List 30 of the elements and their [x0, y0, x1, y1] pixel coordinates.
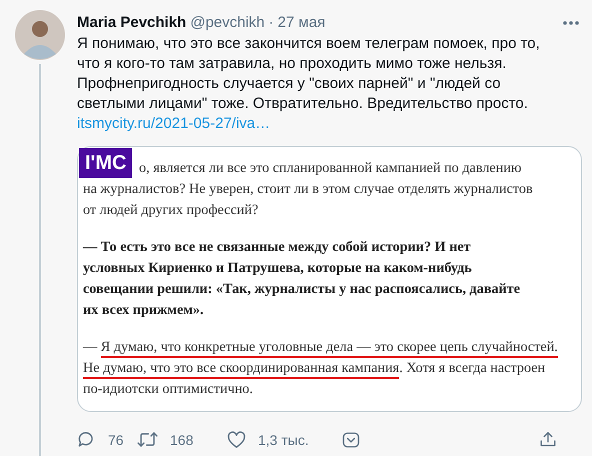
retweet-icon[interactable]: [137, 430, 158, 449]
article-text: —: [83, 339, 98, 357]
action-count: 1,3 тыс.: [258, 432, 309, 448]
article-text: от людей других профессий?: [83, 202, 258, 220]
action-count: 168: [170, 432, 194, 448]
tweet-link[interactable]: itsmycity.ru/2021-05-27/iva…: [77, 114, 582, 134]
article-text: о, является ли все это спланированной кампанией по давлению: [139, 160, 522, 178]
article-text: на журналистов? Не уверен, стоит ли в этом случае отделять журналистов: [83, 181, 533, 199]
article-text: совещании решили: «Так, журналисты у нас распоясались, давайте: [83, 281, 520, 299]
article-text: их всех прижмем».: [83, 302, 204, 320]
save-icon[interactable]: [342, 430, 360, 448]
article-text: Я думаю, что конкретные уголовные дела — это скорее цепь случайностей.: [100, 339, 558, 358]
separator: ·: [268, 14, 274, 31]
action-count: 76: [108, 432, 124, 448]
article-screenshot[interactable]: [77, 146, 582, 412]
article-text: — То есть это все не связанные между собой истории? И нет: [83, 239, 471, 257]
share-icon[interactable]: [539, 430, 557, 449]
article-text: Не думаю, что это все скоординированная кампания: [83, 360, 400, 379]
more-icon[interactable]: [562, 20, 580, 26]
article-text: . Хотя я всегда настроен: [399, 360, 546, 378]
site-logo: I'MC: [79, 148, 132, 178]
tweet-text: Я понимаю, что это все закончится воем телеграм помоек, про то, что я кого-то там затравила, но проходить мимо тоже нельзя. Профнепригодность случается у "своих парней" и "людей со светлыми лицами" тоже. Отвратительно. Вредительство просто.: [77, 34, 541, 114]
avatar[interactable]: [15, 10, 65, 60]
author-handle[interactable]: @pevchikh: [190, 14, 265, 31]
author-name[interactable]: Maria Pevchikh: [77, 14, 186, 31]
heart-icon[interactable]: [227, 430, 246, 448]
tweet-date[interactable]: 27 мая: [278, 14, 326, 31]
reply-icon[interactable]: [77, 430, 96, 449]
article-text: по-идиотски оптимистично.: [83, 381, 253, 399]
article-text: условных Кириенко и Патрушева, которые на каком-нибудь: [83, 260, 472, 278]
